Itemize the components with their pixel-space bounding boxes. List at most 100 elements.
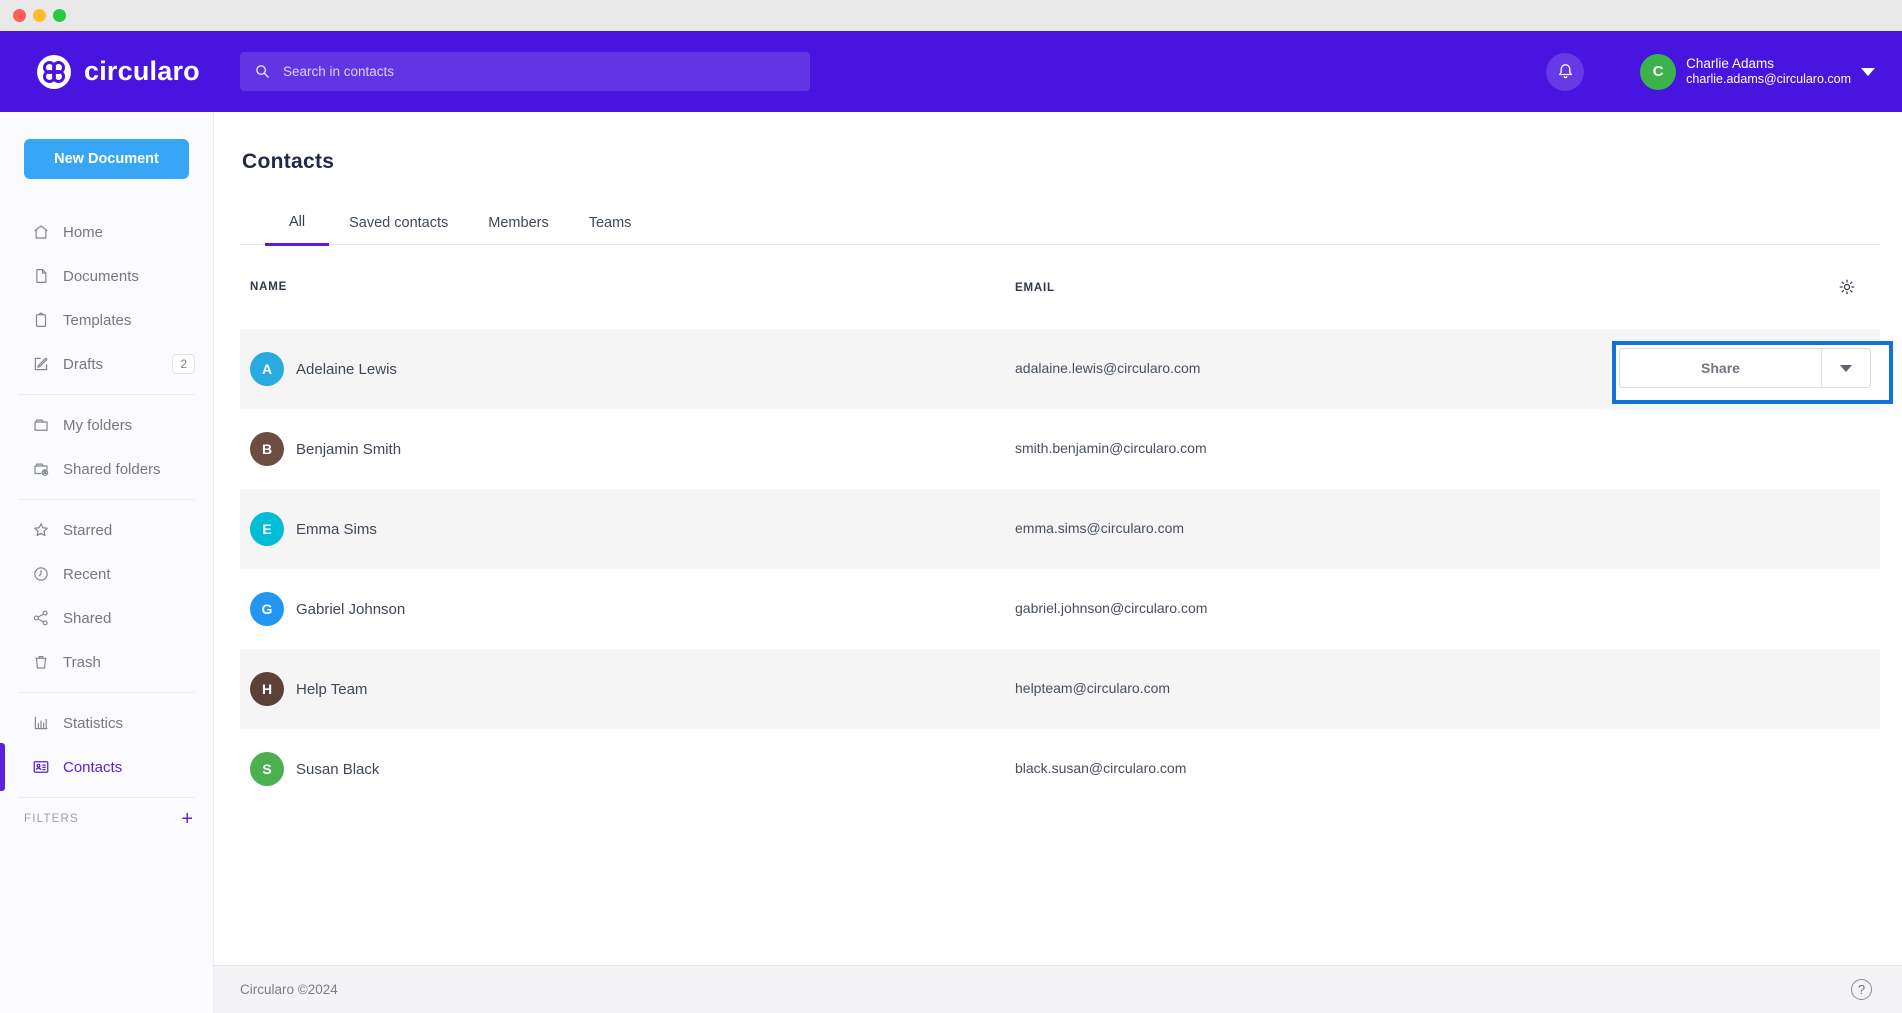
sidebar-item-starred[interactable]: Starred bbox=[0, 508, 213, 552]
click-target-highlight: Share bbox=[1612, 341, 1893, 404]
shared-folder-icon bbox=[32, 460, 50, 478]
share-button[interactable]: Share bbox=[1620, 360, 1821, 376]
app-header: circularo C bbox=[0, 31, 1902, 112]
sidebar-item-home[interactable]: Home bbox=[0, 210, 213, 254]
sidebar-item-trash[interactable]: Trash bbox=[0, 640, 213, 684]
main-content: Contacts All Saved contacts Members Team… bbox=[214, 112, 1902, 1013]
home-icon bbox=[32, 223, 50, 241]
contact-email: smith.benjamin@circularo.com bbox=[1015, 440, 1207, 456]
avatar-initial: H bbox=[262, 681, 272, 697]
user-name: Charlie Adams bbox=[1686, 56, 1851, 72]
sidebar-divider bbox=[18, 394, 195, 395]
contact-email: emma.sims@circularo.com bbox=[1015, 520, 1184, 536]
sidebar-item-statistics[interactable]: Statistics bbox=[0, 701, 213, 745]
page-title: Contacts bbox=[242, 150, 1902, 174]
template-icon bbox=[32, 311, 50, 329]
tab-all[interactable]: All bbox=[265, 204, 329, 246]
sidebar-item-documents[interactable]: Documents bbox=[0, 254, 213, 298]
table-row[interactable]: B Benjamin Smith smith.benjamin@circular… bbox=[240, 409, 1880, 489]
user-avatar: C bbox=[1640, 54, 1676, 90]
filters-section: FILTERS + bbox=[0, 806, 213, 832]
document-icon bbox=[32, 267, 50, 285]
clock-icon bbox=[32, 565, 50, 583]
table-row[interactable]: G Gabriel Johnson gabriel.johnson@circul… bbox=[240, 569, 1880, 649]
copyright-text: Circularo ©2024 bbox=[240, 982, 338, 997]
circularo-logo[interactable]: circularo bbox=[35, 53, 200, 91]
brand-name: circularo bbox=[84, 56, 200, 87]
user-email: charlie.adams@circularo.com bbox=[1686, 72, 1851, 87]
avatar: G bbox=[250, 592, 284, 626]
sidebar-item-label: Starred bbox=[63, 522, 112, 539]
sidebar-item-drafts[interactable]: Drafts 2 bbox=[0, 342, 213, 386]
notifications-button[interactable] bbox=[1546, 53, 1584, 91]
contacts-table: A Adelaine Lewis adalaine.lewis@circular… bbox=[240, 329, 1880, 809]
sidebar-item-label: Contacts bbox=[63, 759, 122, 776]
share-dropdown-button[interactable] bbox=[1821, 349, 1870, 387]
user-menu-caret-icon bbox=[1861, 68, 1875, 76]
sidebar-item-shared[interactable]: Shared bbox=[0, 596, 213, 640]
avatar-initial: A bbox=[262, 361, 272, 377]
filters-label: FILTERS bbox=[24, 813, 79, 825]
contact-email: helpteam@circularo.com bbox=[1015, 680, 1170, 696]
sidebar-item-my-folders[interactable]: My folders bbox=[0, 403, 213, 447]
contact-name: Gabriel Johnson bbox=[296, 601, 405, 618]
table-row[interactable]: A Adelaine Lewis adalaine.lewis@circular… bbox=[240, 329, 1880, 409]
table-header: NAME EMAIL bbox=[240, 245, 1880, 329]
add-filter-button[interactable]: + bbox=[181, 809, 193, 829]
sidebar-item-templates[interactable]: Templates bbox=[0, 298, 213, 342]
search-input[interactable] bbox=[283, 64, 796, 79]
sidebar-item-label: Documents bbox=[63, 268, 139, 285]
drafts-count-badge: 2 bbox=[172, 354, 195, 374]
sidebar-item-contacts[interactable]: Contacts bbox=[0, 745, 213, 789]
table-row[interactable]: E Emma Sims emma.sims@circularo.com bbox=[240, 489, 1880, 569]
sidebar-item-recent[interactable]: Recent bbox=[0, 552, 213, 596]
sidebar-item-label: Drafts bbox=[63, 356, 103, 373]
table-row[interactable]: S Susan Black black.susan@circularo.com bbox=[240, 729, 1880, 809]
search-bar bbox=[240, 52, 810, 91]
contact-email: gabriel.johnson@circularo.com bbox=[1015, 600, 1207, 616]
table-settings-gear-icon[interactable] bbox=[1838, 278, 1856, 296]
contact-name: Help Team bbox=[296, 681, 367, 698]
share-split-button: Share bbox=[1619, 348, 1871, 388]
question-mark-icon: ? bbox=[1858, 982, 1865, 997]
statistics-icon bbox=[32, 714, 50, 732]
tab-saved-contacts[interactable]: Saved contacts bbox=[349, 205, 448, 244]
sidebar-item-label: Home bbox=[63, 224, 103, 241]
help-button[interactable]: ? bbox=[1851, 979, 1872, 1000]
avatar: S bbox=[250, 752, 284, 786]
avatar-initial: G bbox=[262, 601, 273, 617]
trash-icon bbox=[32, 653, 50, 671]
share-nodes-icon bbox=[32, 609, 50, 627]
sidebar-divider bbox=[18, 797, 195, 798]
sidebar: New Document Home Documents bbox=[0, 112, 214, 1013]
tab-members[interactable]: Members bbox=[488, 205, 548, 244]
contact-email: black.susan@circularo.com bbox=[1015, 760, 1186, 776]
sidebar-item-shared-folders[interactable]: Shared folders bbox=[0, 447, 213, 491]
avatar: E bbox=[250, 512, 284, 546]
circularo-logo-icon bbox=[35, 53, 73, 91]
user-menu[interactable]: C Charlie Adams charlie.adams@circularo.… bbox=[1640, 54, 1875, 90]
contacts-card-icon bbox=[32, 758, 50, 776]
sidebar-item-label: Shared bbox=[63, 610, 111, 627]
contact-name: Susan Black bbox=[296, 761, 379, 778]
header-right-cluster: C Charlie Adams charlie.adams@circularo.… bbox=[1546, 53, 1875, 91]
tab-bar: All Saved contacts Members Teams bbox=[240, 204, 1880, 245]
draft-icon bbox=[32, 355, 50, 373]
avatar: H bbox=[250, 672, 284, 706]
sidebar-item-label: Statistics bbox=[63, 715, 123, 732]
sidebar-item-label: My folders bbox=[63, 417, 132, 434]
new-document-button[interactable]: New Document bbox=[24, 139, 189, 179]
contact-email: adalaine.lewis@circularo.com bbox=[1015, 360, 1200, 376]
column-header-name: NAME bbox=[250, 281, 287, 293]
window-minimize-button[interactable] bbox=[33, 9, 46, 22]
sidebar-item-label: Recent bbox=[63, 566, 111, 583]
app-window: circularo C bbox=[0, 0, 1902, 1013]
tab-teams[interactable]: Teams bbox=[589, 205, 632, 244]
window-zoom-button[interactable] bbox=[53, 9, 66, 22]
window-close-button[interactable] bbox=[13, 9, 26, 22]
table-row[interactable]: H Help Team helpteam@circularo.com bbox=[240, 649, 1880, 729]
avatar: A bbox=[250, 352, 284, 386]
sidebar-item-label: Trash bbox=[63, 654, 101, 671]
contact-name: Benjamin Smith bbox=[296, 441, 401, 458]
sidebar-divider bbox=[18, 692, 195, 693]
